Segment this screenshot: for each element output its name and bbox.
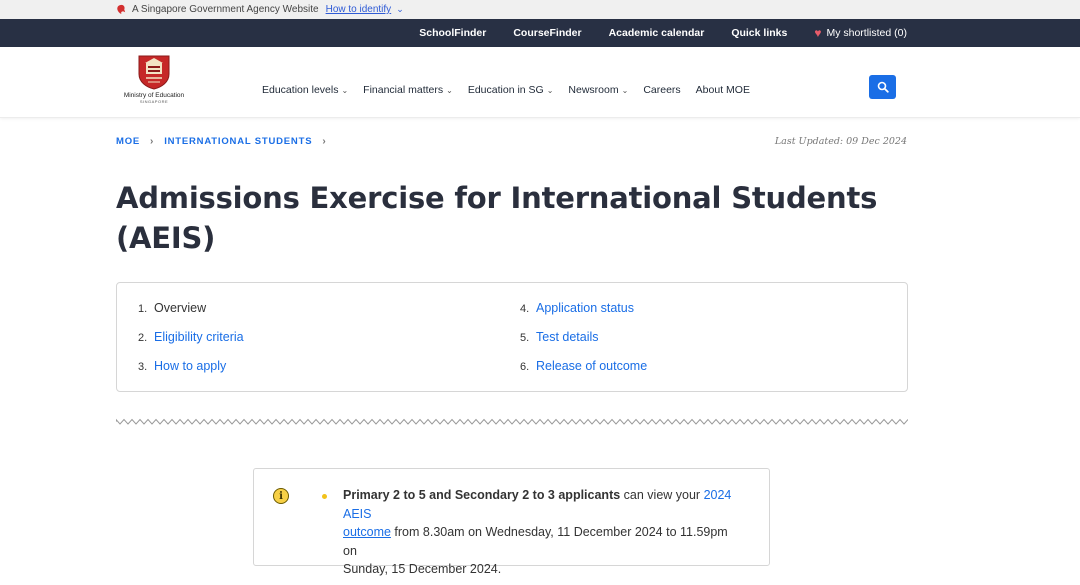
toc-label: Release of outcome — [536, 359, 648, 373]
notice-rest-a: from 8.30am on Wednesday, 11 December 20… — [343, 525, 728, 558]
toc-item-how-to-apply[interactable]: 3. How to apply — [138, 359, 226, 373]
toc-label: Application status — [536, 301, 634, 315]
toc-item-release-of-outcome[interactable]: 6. Release of outcome — [520, 359, 647, 373]
moe-logo[interactable]: Ministry of Education SINGAPORE — [118, 54, 190, 104]
last-updated: Last Updated: 09 Dec 2024 — [774, 136, 907, 147]
quick-links-link[interactable]: Quick links — [731, 27, 787, 39]
toc-number: 6. — [520, 361, 530, 373]
site-header: Ministry of Education SINGAPORE Educatio… — [0, 47, 1080, 118]
toc-item-overview[interactable]: 1. Overview — [138, 301, 206, 315]
nav-label: Careers — [643, 84, 681, 96]
search-button[interactable] — [869, 75, 896, 99]
nav-label: About MOE — [695, 84, 750, 96]
chevron-down-icon: ⌄ — [546, 85, 554, 95]
chevron-down-icon: ⌄ — [341, 85, 349, 95]
nav-label: Education in SG — [467, 84, 544, 96]
toc-label: How to apply — [154, 359, 227, 373]
academic-calendar-link[interactable]: Academic calendar — [609, 27, 705, 39]
table-of-contents: 1. Overview 2. Eligibility criteria 3. H… — [116, 282, 908, 392]
chevron-right-icon: › — [322, 136, 327, 147]
toc-item-application-status[interactable]: 4. Application status — [520, 301, 634, 315]
lion-head-icon — [117, 4, 126, 15]
chevron-down-icon[interactable]: ⌄ — [396, 4, 404, 15]
nav-education-levels[interactable]: Education levels ⌄ — [262, 84, 348, 96]
wave-divider — [116, 418, 908, 425]
utility-bar: SchoolFinder CourseFinder Academic calen… — [0, 19, 1080, 47]
nav-label: Education levels — [262, 84, 339, 96]
shortlist-label: My shortlisted (0) — [826, 27, 907, 39]
nav-label: Financial matters — [363, 84, 444, 96]
chevron-right-icon: › — [150, 136, 155, 147]
page-title: Admissions Exercise for International St… — [116, 181, 878, 255]
toc-label: Eligibility criteria — [154, 330, 244, 344]
breadcrumb: MOE › INTERNATIONAL STUDENTS › — [116, 136, 336, 147]
breadcrumb-international-students[interactable]: INTERNATIONAL STUDENTS — [164, 136, 312, 147]
moe-crest-icon — [138, 55, 170, 90]
heart-icon: ♥ — [814, 26, 822, 40]
logo-line-1: Ministry of Education — [123, 92, 185, 99]
toc-number: 4. — [520, 303, 530, 315]
chevron-down-icon: ⌄ — [621, 85, 629, 95]
notice-rest-b: Sunday, 15 December 2024. — [343, 562, 502, 576]
main-navigation: Education levels ⌄ Financial matters ⌄ Edu… — [262, 84, 765, 96]
nav-label: Newsroom — [568, 84, 619, 96]
government-masthead: A Singapore Government Agency Website Ho… — [0, 0, 1080, 19]
coursefinder-link[interactable]: CourseFinder — [513, 27, 581, 39]
chevron-down-icon: ⌄ — [446, 85, 453, 95]
outcome-notice: i Primary 2 to 5 and Secondary 2 to 3 ap… — [253, 468, 770, 576]
toc-number: 5. — [520, 332, 530, 344]
toc-number: 1. — [138, 303, 148, 315]
aeis-outcome-link-part2[interactable]: outcome — [343, 525, 391, 539]
toc-number: 2. — [138, 332, 148, 344]
nav-financial-matters[interactable]: Financial matters ⌄ — [363, 84, 453, 96]
info-icon: i — [273, 488, 289, 504]
bullet-dot — [322, 494, 327, 499]
nav-about-moe[interactable]: About MOE — [696, 84, 750, 96]
notice-mid: can view your — [620, 488, 704, 502]
toc-label: Overview — [154, 301, 207, 315]
nav-newsroom[interactable]: Newsroom ⌄ — [568, 84, 628, 96]
notice-bold: Primary 2 to 5 and Secondary 2 to 3 appl… — [343, 488, 621, 502]
search-icon — [877, 81, 889, 93]
toc-item-eligibility-criteria[interactable]: 2. Eligibility criteria — [138, 330, 244, 344]
my-shortlisted-link[interactable]: ♥ My shortlisted (0) — [814, 26, 907, 40]
breadcrumb-row: MOE › INTERNATIONAL STUDENTS › Last Upda… — [116, 136, 907, 147]
logo-line-2: SINGAPORE — [139, 99, 169, 104]
breadcrumb-moe[interactable]: MOE — [116, 136, 140, 147]
toc-label: Test details — [536, 330, 599, 344]
toc-number: 3. — [138, 361, 148, 373]
how-to-identify-link[interactable]: How to identify — [326, 4, 392, 15]
schoolfinder-link[interactable]: SchoolFinder — [419, 27, 486, 39]
toc-item-test-details[interactable]: 5. Test details — [520, 330, 599, 344]
nav-careers[interactable]: Careers — [643, 84, 680, 96]
nav-education-in-sg[interactable]: Education in SG ⌄ — [468, 84, 554, 96]
notice-text: Primary 2 to 5 and Secondary 2 to 3 appl… — [343, 486, 743, 579]
masthead-text: A Singapore Government Agency Website — [132, 4, 319, 15]
